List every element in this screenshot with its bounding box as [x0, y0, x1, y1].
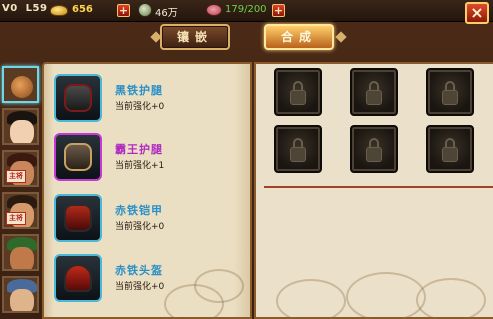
locked-slot[interactable] [274, 125, 322, 173]
locked-slot[interactable] [350, 125, 398, 173]
lock-icon [290, 147, 306, 162]
equipment-item[interactable]: 霸王护腿 当前强化+1 [52, 131, 252, 189]
enhance-level: 当前强化+0 [115, 102, 165, 112]
hero-face [10, 289, 34, 311]
hero-list: 主将 主将 [0, 66, 42, 319]
leg-armor-icon [64, 84, 92, 112]
equipment-name: 霸王护腿 [115, 143, 163, 156]
enhance-level: 当前强化+0 [115, 282, 165, 292]
leg-armor-icon [64, 143, 92, 171]
hero-face [10, 120, 34, 143]
equipment-item[interactable]: 黑铁护腿 当前强化+0 [52, 72, 252, 130]
locked-slot[interactable] [274, 68, 322, 116]
hero-portrait[interactable] [2, 276, 39, 313]
hero-face [10, 247, 34, 269]
main-general-tag: 主将 [6, 170, 26, 183]
hero-portrait[interactable]: 主将 [2, 150, 39, 187]
status-bar: V0 L59 656 + 46万 179/200 + [0, 0, 493, 22]
stamina-amount: 179/200 [225, 4, 267, 15]
lock-icon [442, 90, 458, 105]
equipment-icon [54, 133, 102, 181]
divider [264, 186, 493, 188]
hero-portrait[interactable] [2, 66, 39, 103]
lock-icon [442, 147, 458, 162]
lock-icon [366, 147, 382, 162]
equipment-name: 赤铁头盔 [115, 264, 163, 277]
gold-amount: 656 [72, 4, 93, 15]
bag-icon [11, 76, 33, 98]
locked-slot[interactable] [426, 68, 474, 116]
hero-portrait[interactable] [2, 234, 39, 271]
equipment-icon [54, 194, 102, 242]
coin-amount: 46万 [155, 8, 178, 19]
lock-icon [290, 90, 306, 105]
vip-level: V0 L59 [2, 3, 48, 14]
equipment-icon [54, 74, 102, 122]
helmet-icon [64, 264, 92, 292]
hero-portrait[interactable]: 主将 [2, 192, 39, 229]
enhance-level: 当前强化+0 [115, 222, 165, 232]
equipment-item[interactable]: 赤铁铠甲 当前强化+0 [52, 192, 252, 250]
add-gold-button[interactable]: + [117, 4, 130, 17]
add-stamina-button[interactable]: + [272, 4, 285, 17]
gold-ingot-icon [50, 5, 68, 16]
hero-portrait[interactable] [2, 108, 39, 145]
equipment-item[interactable]: 赤铁头盔 当前强化+0 [52, 252, 252, 310]
tab-synthesize[interactable]: 合成 [264, 24, 334, 50]
equipment-name: 黑铁护腿 [115, 84, 163, 97]
lock-icon [366, 90, 382, 105]
cloud-decoration [416, 278, 486, 319]
armor-icon [64, 204, 92, 232]
stamina-icon [206, 4, 222, 16]
cloud-decoration [276, 279, 346, 319]
locked-slot[interactable] [426, 125, 474, 173]
close-button[interactable]: × [465, 2, 489, 24]
cloud-decoration [346, 272, 426, 319]
enhance-level: 当前强化+1 [115, 161, 165, 171]
locked-slot[interactable] [350, 68, 398, 116]
main-general-tag: 主将 [6, 212, 26, 225]
equipment-name: 赤铁铠甲 [115, 204, 163, 217]
tab-inlay[interactable]: 镶嵌 [160, 24, 230, 50]
equipment-icon [54, 254, 102, 302]
coin-icon [138, 3, 152, 17]
